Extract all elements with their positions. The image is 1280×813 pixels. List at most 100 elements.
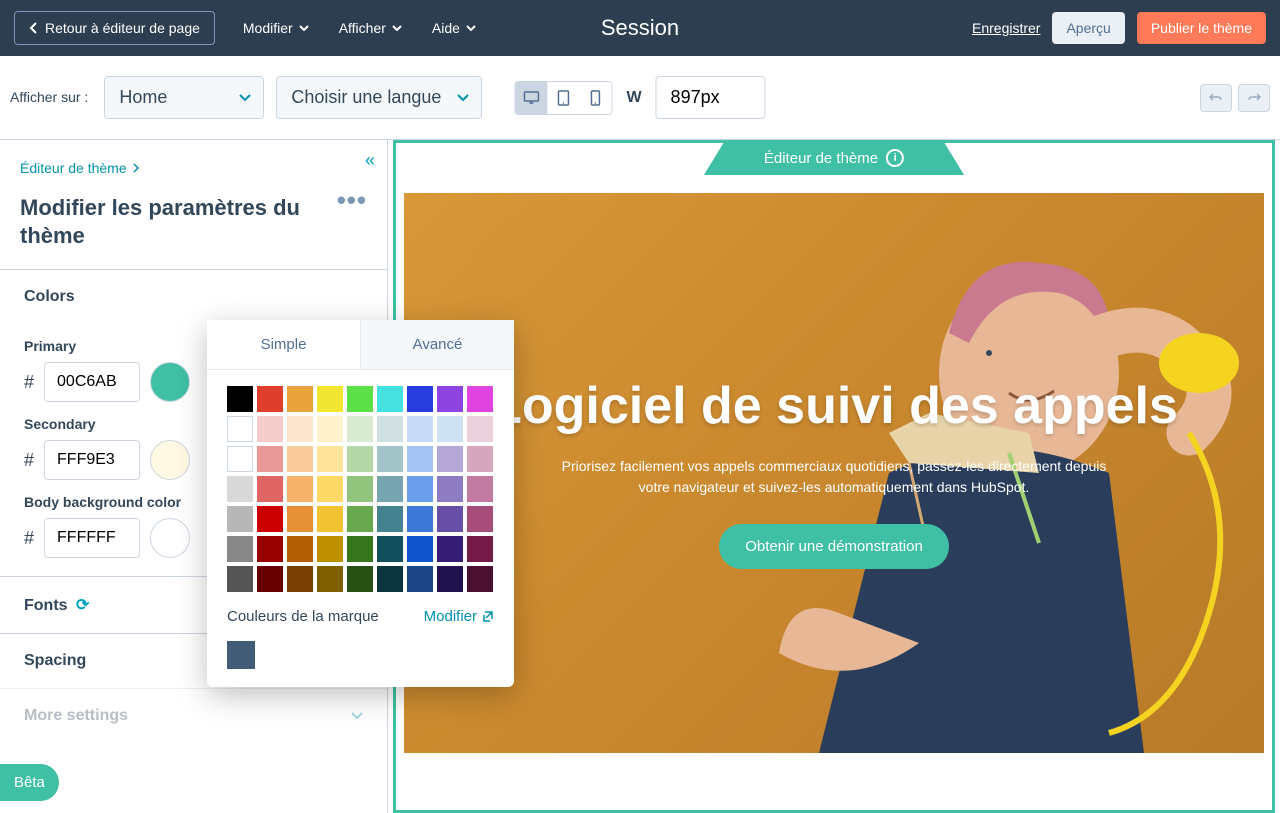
color-swatch[interactable]	[407, 446, 433, 472]
color-swatch[interactable]	[377, 566, 403, 592]
color-swatch[interactable]	[257, 446, 283, 472]
color-swatch[interactable]	[407, 386, 433, 412]
section-more-header[interactable]: More settings	[0, 688, 387, 743]
bodybg-color-swatch[interactable]	[150, 518, 190, 558]
section-colors-header[interactable]: Colors	[0, 269, 387, 324]
color-swatch[interactable]	[287, 446, 313, 472]
color-swatch[interactable]	[287, 386, 313, 412]
color-swatch[interactable]	[467, 506, 493, 532]
color-swatch[interactable]	[407, 506, 433, 532]
device-tablet[interactable]	[547, 82, 579, 114]
color-swatch[interactable]	[347, 566, 373, 592]
secondary-color-swatch[interactable]	[150, 440, 190, 480]
secondary-color-input[interactable]	[44, 440, 140, 480]
color-swatch[interactable]	[257, 416, 283, 442]
color-swatch[interactable]	[287, 566, 313, 592]
color-swatch[interactable]	[347, 446, 373, 472]
color-swatch[interactable]	[227, 446, 253, 472]
tab-simple[interactable]: Simple	[207, 320, 361, 369]
color-swatch[interactable]	[467, 446, 493, 472]
color-swatch[interactable]	[437, 416, 463, 442]
color-swatch[interactable]	[407, 416, 433, 442]
color-swatch[interactable]	[377, 446, 403, 472]
color-swatch[interactable]	[407, 566, 433, 592]
primary-color-input[interactable]	[44, 362, 140, 402]
color-swatch[interactable]	[347, 536, 373, 562]
color-swatch[interactable]	[437, 536, 463, 562]
info-icon[interactable]: i	[886, 149, 904, 167]
color-swatch[interactable]	[437, 446, 463, 472]
color-swatch[interactable]	[317, 476, 343, 502]
device-desktop[interactable]	[515, 82, 547, 114]
color-swatch[interactable]	[377, 416, 403, 442]
color-swatch[interactable]	[467, 386, 493, 412]
color-swatch[interactable]	[377, 536, 403, 562]
chevron-down-icon	[392, 25, 402, 31]
chevron-left-icon	[29, 22, 37, 34]
color-swatch[interactable]	[377, 476, 403, 502]
publish-button[interactable]: Publier le thème	[1137, 12, 1266, 44]
color-swatch[interactable]	[287, 536, 313, 562]
device-mobile[interactable]	[579, 82, 611, 114]
color-swatch[interactable]	[347, 386, 373, 412]
menu-modifier[interactable]: Modifier	[243, 20, 309, 36]
color-swatch[interactable]	[227, 536, 253, 562]
color-swatch[interactable]	[407, 476, 433, 502]
color-swatch[interactable]	[227, 566, 253, 592]
width-input[interactable]	[656, 76, 766, 119]
color-swatch[interactable]	[347, 506, 373, 532]
color-swatch[interactable]	[437, 386, 463, 412]
redo-button[interactable]	[1238, 84, 1270, 112]
more-menu-icon[interactable]: •••	[337, 194, 367, 207]
primary-color-swatch[interactable]	[150, 362, 190, 402]
color-swatch[interactable]	[257, 536, 283, 562]
back-button[interactable]: Retour à éditeur de page	[14, 11, 215, 45]
language-select[interactable]: Choisir une langue	[276, 76, 482, 119]
color-swatch[interactable]	[347, 416, 373, 442]
color-swatch[interactable]	[227, 386, 253, 412]
color-swatch[interactable]	[257, 566, 283, 592]
color-swatch[interactable]	[257, 476, 283, 502]
color-swatch[interactable]	[437, 506, 463, 532]
color-swatch[interactable]	[347, 476, 373, 502]
brand-color-swatch[interactable]	[227, 641, 255, 669]
color-swatch[interactable]	[317, 536, 343, 562]
color-swatch[interactable]	[287, 476, 313, 502]
breadcrumb[interactable]: Éditeur de thème	[0, 140, 387, 186]
beta-badge[interactable]: Bêta	[0, 764, 59, 801]
color-swatch[interactable]	[377, 506, 403, 532]
color-swatch[interactable]	[377, 386, 403, 412]
color-swatch[interactable]	[467, 566, 493, 592]
hero-cta-button[interactable]: Obtenir une démonstration	[719, 524, 949, 569]
color-swatch[interactable]	[317, 446, 343, 472]
color-swatch[interactable]	[317, 566, 343, 592]
color-swatch[interactable]	[437, 476, 463, 502]
color-swatch[interactable]	[407, 536, 433, 562]
preview-button[interactable]: Aperçu	[1052, 12, 1124, 44]
save-link[interactable]: Enregistrer	[972, 20, 1040, 36]
collapse-sidebar-icon[interactable]: «	[365, 150, 375, 171]
page-select[interactable]: Home	[104, 76, 264, 119]
menu-aide[interactable]: Aide	[432, 20, 476, 36]
color-swatch[interactable]	[227, 476, 253, 502]
color-swatch[interactable]	[287, 506, 313, 532]
bodybg-color-input[interactable]	[44, 518, 140, 558]
color-swatch[interactable]	[437, 566, 463, 592]
color-swatch[interactable]	[317, 386, 343, 412]
color-swatch[interactable]	[257, 386, 283, 412]
color-swatch[interactable]	[467, 476, 493, 502]
tab-advanced[interactable]: Avancé	[361, 320, 514, 369]
color-swatch[interactable]	[467, 536, 493, 562]
menu-afficher[interactable]: Afficher	[339, 20, 402, 36]
color-swatch[interactable]	[287, 416, 313, 442]
color-swatch[interactable]	[317, 506, 343, 532]
color-swatch[interactable]	[227, 416, 253, 442]
color-swatch[interactable]	[257, 506, 283, 532]
menu-group: Modifier Afficher Aide	[243, 20, 476, 36]
brand-edit-link[interactable]: Modifier	[424, 608, 494, 625]
color-swatch[interactable]	[317, 416, 343, 442]
breadcrumb-label: Éditeur de thème	[20, 160, 127, 176]
color-swatch[interactable]	[227, 506, 253, 532]
undo-button[interactable]	[1200, 84, 1232, 112]
color-swatch[interactable]	[467, 416, 493, 442]
